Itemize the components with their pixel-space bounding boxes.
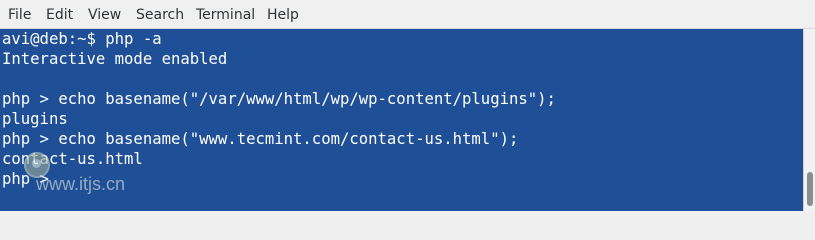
terminal-line: Interactive mode enabled xyxy=(2,50,228,68)
terminal-line: avi@deb:~$ php -a xyxy=(2,30,162,48)
menu-help[interactable]: Help xyxy=(267,0,299,29)
menu-terminal[interactable]: Terminal xyxy=(196,0,255,29)
menu-edit[interactable]: Edit xyxy=(46,0,73,29)
scrollbar-thumb[interactable] xyxy=(807,172,813,206)
watermark: www.itjs.cn xyxy=(22,144,172,202)
menu-view[interactable]: View xyxy=(88,0,121,29)
menu-bar: File Edit View Search Terminal Help xyxy=(0,0,815,29)
menu-search[interactable]: Search xyxy=(136,0,184,29)
terminal-line: plugins xyxy=(2,110,68,128)
terminal-line: php > echo basename("/var/www/html/wp/wp… xyxy=(2,90,556,108)
menu-file[interactable]: File xyxy=(8,0,31,29)
vertical-scrollbar[interactable] xyxy=(803,29,815,211)
watermark-url: www.itjs.cn xyxy=(36,174,126,194)
